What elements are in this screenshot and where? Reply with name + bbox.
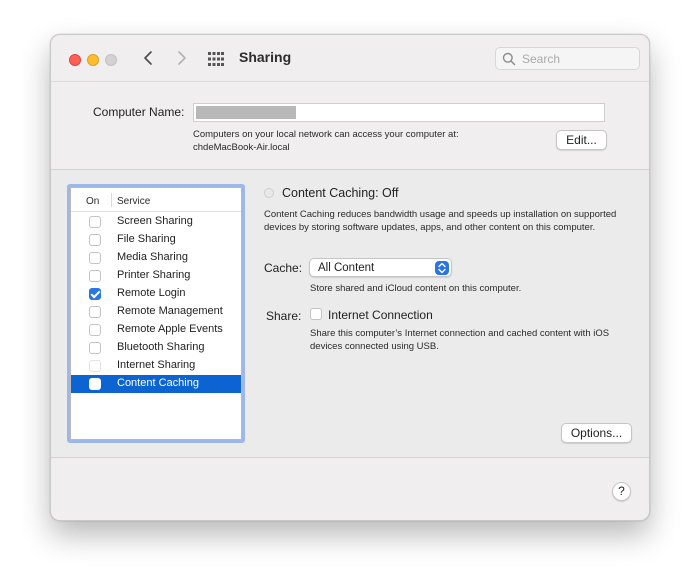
service-checkbox[interactable] <box>89 270 101 282</box>
cache-popup[interactable]: All Content <box>309 258 452 277</box>
chevron-right-icon <box>178 51 186 65</box>
service-row-remote-management[interactable]: Remote Management <box>71 303 241 321</box>
internet-connection-checkbox[interactable] <box>310 308 322 320</box>
internet-connection-label[interactable]: Internet Connection <box>328 308 433 322</box>
service-checkbox[interactable] <box>89 360 101 372</box>
service-checkbox[interactable] <box>89 324 101 336</box>
service-checkbox[interactable] <box>89 252 101 264</box>
service-list-frame: On Service Screen Sharing File Sharing M… <box>70 187 242 440</box>
back-button[interactable] <box>139 47 159 69</box>
search-field[interactable] <box>495 47 640 70</box>
service-checkbox[interactable] <box>89 342 101 354</box>
popup-chevrons-icon <box>435 261 449 275</box>
service-checkbox[interactable] <box>89 378 101 390</box>
service-checkbox[interactable] <box>89 234 101 246</box>
help-button[interactable]: ? <box>612 482 631 501</box>
service-label: File Sharing <box>117 233 176 245</box>
computer-name-label: Computer Name: <box>93 105 185 119</box>
column-header-on[interactable]: On <box>86 196 99 207</box>
service-rows: Screen Sharing File Sharing Media Sharin… <box>71 213 241 393</box>
service-row-screen-sharing[interactable]: Screen Sharing <box>71 213 241 231</box>
computer-name-field[interactable] <box>193 103 605 122</box>
service-label: Remote Login <box>117 287 186 299</box>
service-checkbox[interactable] <box>89 306 101 318</box>
service-row-remote-apple-events[interactable]: Remote Apple Events <box>71 321 241 339</box>
search-icon <box>502 52 516 66</box>
service-label: Screen Sharing <box>117 215 193 227</box>
service-row-media-sharing[interactable]: Media Sharing <box>71 249 241 267</box>
show-all-grid-icon[interactable] <box>208 52 224 66</box>
share-label: Share: <box>266 309 302 323</box>
forward-button[interactable] <box>171 47 191 69</box>
service-row-printer-sharing[interactable]: Printer Sharing <box>71 267 241 285</box>
status-indicator <box>264 188 274 198</box>
service-row-internet-sharing[interactable]: Internet Sharing <box>71 357 241 375</box>
chevron-left-icon <box>144 51 152 65</box>
local-hostname: chdeMacBook-Air.local <box>193 142 290 153</box>
options-button[interactable]: Options... <box>561 423 632 443</box>
cache-note: Store shared and iCloud content on this … <box>310 283 522 294</box>
zoom-window-button <box>105 54 117 66</box>
service-status: Content Caching: Off <box>282 186 399 200</box>
service-label: Printer Sharing <box>117 269 191 281</box>
window-title: Sharing <box>239 49 292 65</box>
service-description: Content Caching reduces bandwidth usage … <box>264 209 617 233</box>
computer-name-section: Computer Name: Computers on your local n… <box>51 82 649 170</box>
search-input[interactable] <box>522 50 632 68</box>
service-row-bluetooth-sharing[interactable]: Bluetooth Sharing <box>71 339 241 357</box>
preferences-window: Sharing Computer Name: Computers on your… <box>50 34 650 521</box>
service-checkbox-checked[interactable] <box>89 288 101 300</box>
service-label: Bluetooth Sharing <box>117 341 205 353</box>
toolbar: Sharing <box>51 35 649 82</box>
service-label: Remote Apple Events <box>117 323 223 335</box>
redacted-name <box>196 106 296 119</box>
share-note: Share this computer’s Internet connectio… <box>310 328 610 352</box>
cache-selected-value: All Content <box>318 262 375 274</box>
bottom-bar: ? <box>51 457 649 520</box>
service-label: Remote Management <box>117 305 223 317</box>
service-list-header: On Service <box>71 188 241 212</box>
edit-button[interactable]: Edit... <box>556 130 607 150</box>
service-row-content-caching[interactable]: Content Caching <box>71 375 241 393</box>
service-label: Content Caching <box>117 377 199 389</box>
service-checkbox[interactable] <box>89 216 101 228</box>
minimize-window-button[interactable] <box>87 54 99 66</box>
close-window-button[interactable] <box>69 54 81 66</box>
service-row-file-sharing[interactable]: File Sharing <box>71 231 241 249</box>
network-access-text: Computers on your local network can acce… <box>193 129 459 140</box>
service-row-remote-login[interactable]: Remote Login <box>71 285 241 303</box>
computer-name-description: Computers on your local network can acce… <box>193 128 459 154</box>
service-list: On Service Screen Sharing File Sharing M… <box>67 184 245 443</box>
service-label: Internet Sharing <box>117 359 196 371</box>
service-label: Media Sharing <box>117 251 188 263</box>
cache-label: Cache: <box>264 261 303 275</box>
column-header-service[interactable]: Service <box>117 196 150 207</box>
column-divider <box>111 193 112 207</box>
